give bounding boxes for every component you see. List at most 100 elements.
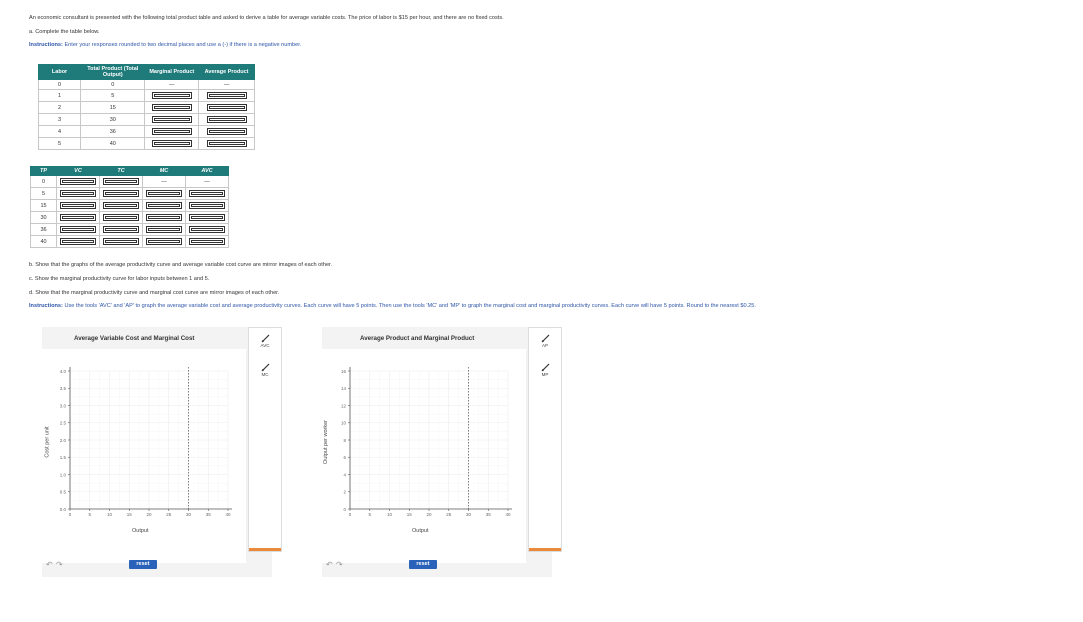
- col-header-tp: TP: [30, 166, 57, 176]
- ap-input[interactable]: [198, 101, 255, 114]
- avc-input[interactable]: [185, 211, 229, 224]
- toolbar-accent: [529, 548, 561, 551]
- mc-cell: —: [142, 175, 186, 188]
- undo-icon[interactable]: ↶: [46, 560, 53, 569]
- labor-cell: 4: [37, 125, 82, 138]
- tc-input[interactable]: [99, 199, 143, 212]
- undo-icon[interactable]: ↶: [326, 560, 333, 569]
- col-header-labor: Labor: [37, 64, 82, 80]
- tc-input[interactable]: [99, 211, 143, 224]
- tp-cell: 5: [30, 187, 57, 200]
- avc-input[interactable]: [185, 187, 229, 200]
- ap-input[interactable]: [198, 113, 255, 126]
- tool-mc[interactable]: MC: [249, 363, 281, 377]
- table-row: 0 0 — —: [37, 79, 255, 90]
- vc-input[interactable]: [56, 235, 100, 248]
- instructions-text: Enter your responses rounded to two deci…: [64, 42, 302, 48]
- tc-input[interactable]: [99, 235, 143, 248]
- graph2-xlabel: Output: [412, 528, 429, 534]
- ap-input[interactable]: [198, 125, 255, 138]
- avc-input[interactable]: [185, 199, 229, 212]
- instructions-a: Instructions: Enter your responses round…: [29, 42, 301, 48]
- vc-input[interactable]: [56, 199, 100, 212]
- graph2-panel: Average Product and Marginal Product 0 2 4…: [322, 327, 552, 577]
- redo-icon[interactable]: ↷: [336, 560, 343, 569]
- y-tick-label: 4.0: [60, 369, 67, 374]
- y-tick-label: 6: [343, 455, 346, 460]
- x-tick-label: 15: [127, 512, 133, 517]
- y-tick-label: 0.5: [60, 490, 67, 495]
- y-tick-label: 8: [343, 438, 346, 443]
- part-d-text: d. Show that the marginal productivity c…: [29, 290, 280, 296]
- tool-ap[interactable]: AP: [529, 334, 561, 348]
- mp-input[interactable]: [144, 113, 200, 126]
- ap-input[interactable]: [198, 137, 255, 150]
- y-tick-label: 4: [343, 472, 346, 477]
- table-row: 2 15: [37, 101, 255, 114]
- x-tick-label: 10: [107, 512, 113, 517]
- y-tick-label: 1.0: [60, 472, 67, 477]
- graph1-reset-button[interactable]: reset: [129, 560, 157, 569]
- part-c-text: c. Show the marginal productivity curve …: [29, 276, 210, 282]
- vc-input[interactable]: [56, 187, 100, 200]
- table-row: 5 40: [37, 137, 255, 150]
- tool-mc-label: MC: [261, 372, 269, 377]
- y-tick-label: 2: [343, 490, 346, 495]
- graph2-title: Average Product and Marginal Product: [360, 335, 475, 342]
- mc-input[interactable]: [142, 187, 186, 200]
- redo-icon[interactable]: ↷: [56, 560, 63, 569]
- instructions-b: Instructions: Use the tools 'AVC' and 'A…: [29, 303, 756, 309]
- mp-input[interactable]: [144, 125, 200, 138]
- x-tick-label: 5: [368, 512, 371, 517]
- x-tick-label: 5: [88, 512, 91, 517]
- product-table: Labor Total Product (Total Output) Margi…: [37, 64, 255, 150]
- col-header-tc: TC: [99, 166, 143, 176]
- y-tick-label: 14: [341, 386, 347, 391]
- tool-avc-label: AVC: [260, 343, 270, 348]
- y-tick-label: 12: [341, 403, 347, 408]
- tc-input[interactable]: [99, 223, 143, 236]
- vc-input[interactable]: [56, 175, 100, 188]
- mc-input[interactable]: [142, 223, 186, 236]
- tc-input[interactable]: [99, 175, 143, 188]
- x-tick-label: 30: [466, 512, 472, 517]
- graph1-toolbar: AVC MC: [248, 327, 282, 552]
- mp-input[interactable]: [144, 101, 200, 114]
- labor-cell: 5: [37, 137, 82, 150]
- avc-input[interactable]: [185, 235, 229, 248]
- table-row: 30: [30, 211, 229, 224]
- mc-input[interactable]: [142, 211, 186, 224]
- tool-mp[interactable]: MP: [529, 363, 561, 377]
- vc-input[interactable]: [56, 223, 100, 236]
- intro-text: An economic consultant is presented with…: [29, 15, 504, 21]
- labor-cell: 1: [37, 89, 82, 102]
- vc-input[interactable]: [56, 211, 100, 224]
- ap-input[interactable]: [198, 89, 255, 102]
- avc-input[interactable]: [185, 223, 229, 236]
- mp-input[interactable]: [144, 89, 200, 102]
- part-b-text: b. Show that the graphs of the average p…: [29, 262, 333, 268]
- labor-cell: 2: [37, 101, 82, 114]
- tp-cell: 30: [30, 211, 57, 224]
- x-tick-label: 20: [146, 512, 152, 517]
- table-row: 5: [30, 187, 229, 200]
- table-row: 36: [30, 223, 229, 236]
- graph2-ylabel: Output per worker: [323, 419, 330, 465]
- table-row: 3 30: [37, 113, 255, 126]
- tool-avc[interactable]: AVC: [249, 334, 281, 348]
- table-row: 1 5: [37, 89, 255, 102]
- tp-cell: 36: [30, 223, 57, 236]
- instructions-label: Instructions:: [29, 303, 63, 309]
- mc-input[interactable]: [142, 199, 186, 212]
- y-tick-label: 0.0: [60, 507, 67, 512]
- mc-input[interactable]: [142, 235, 186, 248]
- graph1-panel: Average Variable Cost and Marginal Cost …: [42, 327, 272, 577]
- tc-input[interactable]: [99, 187, 143, 200]
- table-row: 4 36: [37, 125, 255, 138]
- cost-table: TP VC TC MC AVC 0 — — 5 15 30 36 40: [30, 166, 229, 248]
- graph2-reset-button[interactable]: reset: [409, 560, 437, 569]
- tp-cell: 15: [30, 199, 57, 212]
- graph2-toolbar: AP MP: [528, 327, 562, 552]
- mp-input[interactable]: [144, 137, 200, 150]
- pencil-icon: [541, 334, 549, 343]
